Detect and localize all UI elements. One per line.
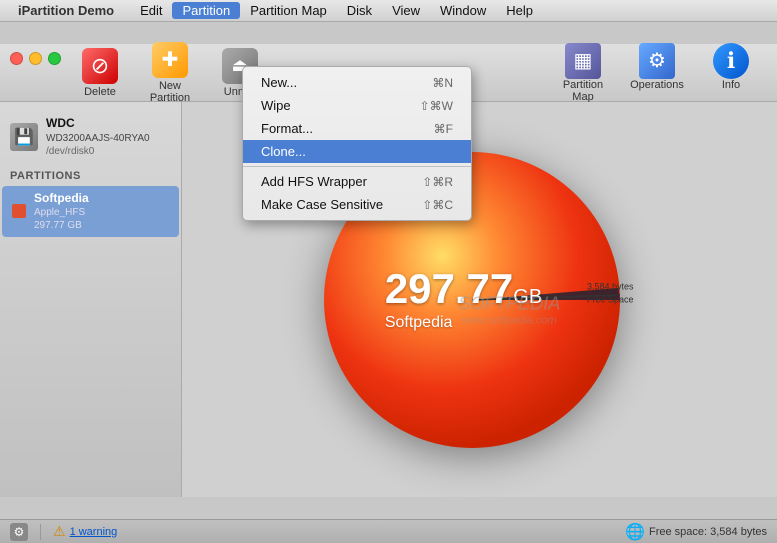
menu-new[interactable]: New... ⌘N	[243, 71, 471, 94]
maximize-button[interactable]	[48, 52, 61, 65]
menu-bar: iPartition Demo Edit Partition Partition…	[0, 0, 777, 22]
menu-edit[interactable]: Edit	[130, 2, 172, 19]
info-icon	[713, 43, 749, 79]
status-bar: ⚙ ⚠ 1 warning 🌐 Free space: 3,584 bytes	[0, 519, 777, 543]
menu-partition[interactable]: Partition	[172, 2, 240, 19]
menu-new-shortcut: ⌘N	[432, 76, 453, 90]
new-partition-label: New Partition	[142, 80, 198, 104]
partition-map-label: Partition Map	[553, 79, 613, 103]
traffic-lights	[10, 52, 61, 65]
disk-name: WDC	[46, 116, 150, 132]
status-separator	[40, 524, 41, 540]
menu-view[interactable]: View	[382, 2, 430, 19]
delete-label: Delete	[84, 86, 116, 98]
disk-model: WD3200AAJS-40RYA0	[46, 132, 150, 145]
operations-button[interactable]: Operations	[623, 39, 691, 107]
operations-icon	[639, 43, 675, 79]
menu-make-case[interactable]: Make Case Sensitive ⇧⌘C	[243, 193, 471, 216]
partition-item[interactable]: Softpedia Apple_HFS 297.77 GB	[2, 186, 179, 238]
new-partition-icon	[152, 42, 188, 78]
close-button[interactable]	[10, 52, 23, 65]
toolbar-right: Partition Map Operations Info	[549, 39, 765, 107]
menu-divider-1	[243, 166, 471, 167]
app-menu[interactable]: iPartition Demo	[18, 3, 114, 18]
partition-map-icon	[565, 43, 601, 79]
delete-icon	[82, 48, 118, 84]
menu-add-hfs-shortcut: ⇧⌘R	[422, 175, 453, 189]
partition-menu: New... ⌘N Wipe ⇧⌘W Format... ⌘F Clone...…	[242, 66, 472, 221]
delete-button[interactable]: Delete	[68, 44, 132, 102]
disk-info: WDC WD3200AAJS-40RYA0 /dev/rdisk0	[46, 116, 150, 158]
menu-window[interactable]: Window	[430, 2, 496, 19]
menu-wipe[interactable]: Wipe ⇧⌘W	[243, 94, 471, 117]
menu-make-case-shortcut: ⇧⌘C	[422, 198, 453, 212]
partition-filesystem: Apple_HFS	[34, 206, 89, 219]
sidebar: 💾 WDC WD3200AAJS-40RYA0 /dev/rdisk0 Part…	[0, 102, 182, 497]
info-label: Info	[722, 79, 740, 91]
menu-wipe-shortcut: ⇧⌘W	[420, 99, 453, 113]
partition-color-swatch	[12, 204, 26, 218]
warning-icon: ⚠	[53, 523, 66, 540]
info-button[interactable]: Info	[697, 39, 765, 107]
disk-icon: 💾	[10, 123, 38, 151]
new-partition-button[interactable]: New Partition	[138, 38, 202, 108]
menu-add-hfs[interactable]: Add HFS Wrapper ⇧⌘R	[243, 170, 471, 193]
operations-label: Operations	[630, 79, 684, 91]
globe-icon: 🌐	[625, 522, 645, 542]
disk-item[interactable]: 💾 WDC WD3200AAJS-40RYA0 /dev/rdisk0	[0, 110, 181, 164]
main-window: Delete New Partition Unm... Partition Ma…	[0, 44, 777, 543]
partition-map-button[interactable]: Partition Map	[549, 39, 617, 107]
minimize-button[interactable]	[29, 52, 42, 65]
partition-name: Softpedia	[34, 191, 89, 207]
partitions-header: Partitions	[0, 164, 181, 186]
pie-legend: 3,584 bytes Free Space	[587, 281, 634, 306]
menu-format-shortcut: ⌘F	[434, 122, 453, 136]
menu-help[interactable]: Help	[496, 2, 543, 19]
menu-disk[interactable]: Disk	[337, 2, 382, 19]
partition-info: Softpedia Apple_HFS 297.77 GB	[34, 191, 89, 233]
warning-link[interactable]: 1 warning	[70, 526, 118, 538]
gear-button[interactable]: ⚙	[10, 523, 28, 541]
disk-device: /dev/rdisk0	[46, 145, 150, 158]
menu-format[interactable]: Format... ⌘F	[243, 117, 471, 140]
menu-partition-map[interactable]: Partition Map	[240, 2, 337, 19]
status-warning: ⚠ 1 warning	[53, 523, 117, 540]
menu-clone[interactable]: Clone...	[243, 140, 471, 163]
status-freespace: 🌐 Free space: 3,584 bytes	[625, 522, 767, 542]
partition-size: 297.77 GB	[34, 219, 89, 232]
menu-items: Edit Partition Partition Map Disk View W…	[130, 2, 543, 19]
